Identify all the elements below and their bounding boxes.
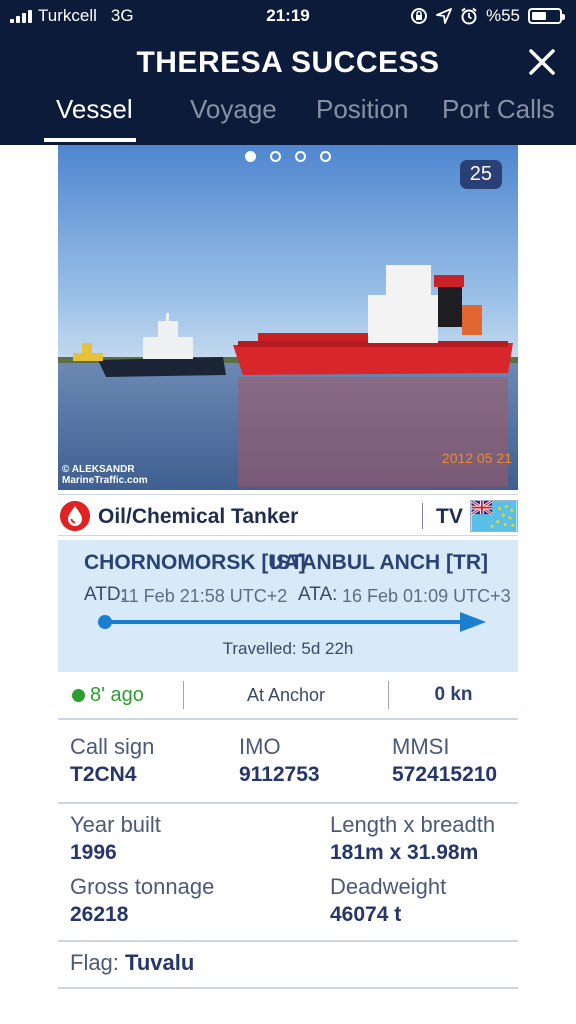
- vessel-title: THERESA SUCCESS: [136, 46, 440, 79]
- vessel-type: Oil/Chemical Tanker: [98, 505, 299, 528]
- deadweight-value: 46074 t: [330, 903, 402, 926]
- voyage-summary[interactable]: CHORNOMORSK [UA] ISTANBUL ANCH [TR] ATD:…: [58, 540, 518, 672]
- photo-date-stamp: 2012 05 21: [441, 450, 512, 466]
- flag-code: TV: [436, 505, 463, 528]
- imo-label: IMO: [239, 734, 281, 759]
- carousel-dots: [58, 151, 518, 162]
- length-breadth-label: Length x breadth: [330, 812, 496, 837]
- vessel-photo[interactable]: 25 © ALEKSANDR MarineTraffic.com 2012 05…: [58, 145, 518, 490]
- travelled-duration: Travelled: 5d 22h: [222, 639, 354, 658]
- tab-bar: Vessel Voyage Position Port Calls: [0, 90, 576, 145]
- photo-count-badge[interactable]: 25: [459, 160, 502, 189]
- vessel-type-row: Oil/Chemical Tanker TV: [58, 494, 518, 536]
- ship-photo-illustration: [58, 145, 518, 490]
- photo-credit-source: MarineTraffic.com: [62, 475, 148, 486]
- battery-fill: [532, 12, 547, 20]
- app-header: THERESA SUCCESS Vessel Voyage Position P…: [0, 34, 576, 145]
- call-sign-label: Call sign: [70, 734, 155, 759]
- ata-label: ATA:: [298, 584, 338, 605]
- call-sign-value: T2CN4: [70, 763, 137, 786]
- status-bar: Turkcell 3G 21:19 %55: [0, 0, 576, 34]
- gross-tonnage-value: 26218: [70, 903, 129, 926]
- section-divider: [58, 940, 518, 942]
- close-icon[interactable]: [524, 44, 560, 80]
- oil-drop-icon: [60, 501, 90, 531]
- battery-icon: [528, 8, 565, 24]
- mmsi-value: 572415210: [392, 763, 498, 786]
- ata-value: 16 Feb 01:09 UTC+3: [342, 586, 511, 606]
- carousel-dot[interactable]: [320, 151, 331, 162]
- rotation-lock-icon: [410, 8, 427, 24]
- arrival-port[interactable]: ISTANBUL ANCH [TR]: [270, 551, 488, 575]
- photo-credit: © ALEKSANDR MarineTraffic.com: [62, 464, 148, 486]
- tab-vessel[interactable]: Vessel: [56, 94, 133, 125]
- tab-voyage[interactable]: Voyage: [190, 94, 277, 125]
- carousel-dot[interactable]: [295, 151, 306, 162]
- deadweight-label: Deadweight: [330, 874, 447, 899]
- status-right: %55: [410, 6, 565, 26]
- flag-value: Tuvalu: [125, 950, 195, 975]
- voyage-progress-bar: [104, 620, 464, 624]
- location-arrow-icon: [436, 8, 452, 24]
- divider: [422, 503, 423, 529]
- navigation-status: At Anchor: [246, 685, 326, 705]
- carousel-dot[interactable]: [245, 151, 256, 162]
- year-built-value: 1996: [70, 841, 117, 864]
- alarm-icon: [461, 7, 477, 25]
- carousel-dot[interactable]: [270, 151, 281, 162]
- section-divider: [58, 802, 518, 804]
- photo-credit-author: © ALEKSANDR: [62, 464, 135, 475]
- imo-value: 9112753: [239, 763, 320, 786]
- voyage-arrow-icon: [460, 612, 486, 632]
- tab-position[interactable]: Position: [316, 94, 409, 125]
- atd-value: 11 Feb 21:58 UTC+2: [120, 586, 288, 606]
- voyage-start-dot: [98, 615, 112, 629]
- gross-tonnage-label: Gross tonnage: [70, 874, 215, 899]
- battery-percent: %55: [485, 6, 520, 25]
- last-seen: 8' ago: [90, 684, 144, 706]
- online-indicator-icon: [72, 689, 85, 702]
- active-tab-indicator: [44, 138, 136, 142]
- length-breadth-value: 181m x 31.98m: [330, 841, 479, 864]
- tab-port-calls[interactable]: Port Calls: [442, 94, 555, 125]
- tuvalu-flag-icon: [470, 500, 518, 532]
- flag-row: Flag: Tuvalu: [70, 950, 194, 976]
- year-built-label: Year built: [70, 812, 161, 837]
- mmsi-label: MMSI: [392, 734, 450, 759]
- vessel-status-row: 8' ago At Anchor 0 kn: [58, 672, 518, 720]
- vessel-speed: 0 kn: [434, 684, 473, 705]
- section-divider: [58, 987, 518, 989]
- flag-label: Flag:: [70, 950, 119, 975]
